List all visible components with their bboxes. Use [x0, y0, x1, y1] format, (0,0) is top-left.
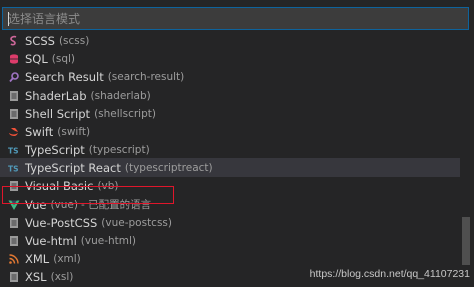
list-item-vue-postcss[interactable]: Vue-PostCSS (vue-postcss)	[0, 213, 460, 232]
item-language-id: (swift)	[57, 125, 91, 138]
list-item-search-result[interactable]: Search Result (search-result)	[0, 67, 460, 86]
swift-icon	[8, 126, 20, 138]
item-label: Vue-html	[25, 233, 77, 248]
list-item-sql[interactable]: SQL (sql)	[0, 49, 460, 68]
svg-text:TS: TS	[8, 164, 19, 173]
item-language-id: (vue-postcss)	[101, 216, 172, 229]
list-item-vue-html[interactable]: Vue-html (vue-html)	[0, 231, 460, 250]
item-language-id: (shaderlab)	[90, 89, 151, 102]
item-language-id: (scss)	[58, 34, 90, 47]
item-label: TypeScript	[25, 142, 85, 157]
item-language-id: (xml)	[53, 252, 81, 265]
item-language-id: (sql)	[51, 52, 76, 65]
item-label: SCSS	[25, 33, 55, 48]
item-language-id: (vue-html)	[80, 234, 137, 247]
file-icon	[8, 217, 20, 229]
item-label: ShaderLab	[25, 88, 87, 103]
item-label: TypeScript React	[25, 160, 121, 175]
text-caret	[8, 12, 9, 26]
item-language-id: (xsl)	[50, 270, 74, 283]
list-item-shell-script[interactable]: Shell Script (shellscript)	[0, 104, 460, 123]
typescript-icon: TS	[8, 162, 20, 174]
item-label: XSL	[25, 269, 47, 284]
item-language-id: (shellscript)	[94, 107, 156, 120]
list-item-xml[interactable]: XML (xml)	[0, 249, 460, 268]
rss-icon	[8, 253, 20, 265]
file-icon	[8, 90, 20, 102]
file-icon	[8, 108, 20, 120]
item-label: Search Result	[25, 69, 104, 84]
item-label: Shell Script	[25, 106, 91, 121]
file-icon	[8, 271, 20, 283]
item-label: Vue-PostCSS	[25, 215, 98, 230]
watermark: https://blog.csdn.net/qq_41107231	[309, 268, 470, 280]
svg-text:TS: TS	[8, 146, 19, 155]
search-icon	[8, 71, 20, 83]
item-label: SQL	[25, 51, 48, 66]
list-item-typescript-react[interactable]: TS TypeScript React (typescriptreact)	[0, 158, 460, 177]
language-mode-picker: SCSS(scss)SQL(sql)Search Result(search-r…	[0, 0, 474, 287]
list-item-scss[interactable]: SCSS (scss)	[0, 31, 460, 50]
language-list: SCSS (scss) SQL (sql) Search Result (search-r…	[0, 30, 460, 287]
database-icon	[8, 53, 20, 65]
list-item-typescript[interactable]: TS TypeScript (typescript)	[0, 140, 460, 159]
item-language-id: (typescriptreact)	[124, 161, 213, 174]
list-item-shaderlab[interactable]: ShaderLab (shaderlab)	[0, 86, 460, 105]
highlight-box	[2, 186, 174, 204]
search-box[interactable]	[2, 7, 469, 30]
search-input[interactable]	[3, 8, 468, 30]
scrollbar-thumb[interactable]	[462, 217, 470, 265]
item-language-id: (typescript)	[88, 143, 150, 156]
file-icon	[8, 235, 20, 247]
item-label: XML	[25, 251, 50, 266]
list-item-swift[interactable]: Swift (swift)	[0, 122, 460, 141]
typescript-icon: TS	[8, 144, 20, 156]
item-language-id: (search-result)	[107, 70, 185, 83]
item-label: Swift	[25, 124, 54, 139]
sass-icon	[8, 35, 20, 47]
